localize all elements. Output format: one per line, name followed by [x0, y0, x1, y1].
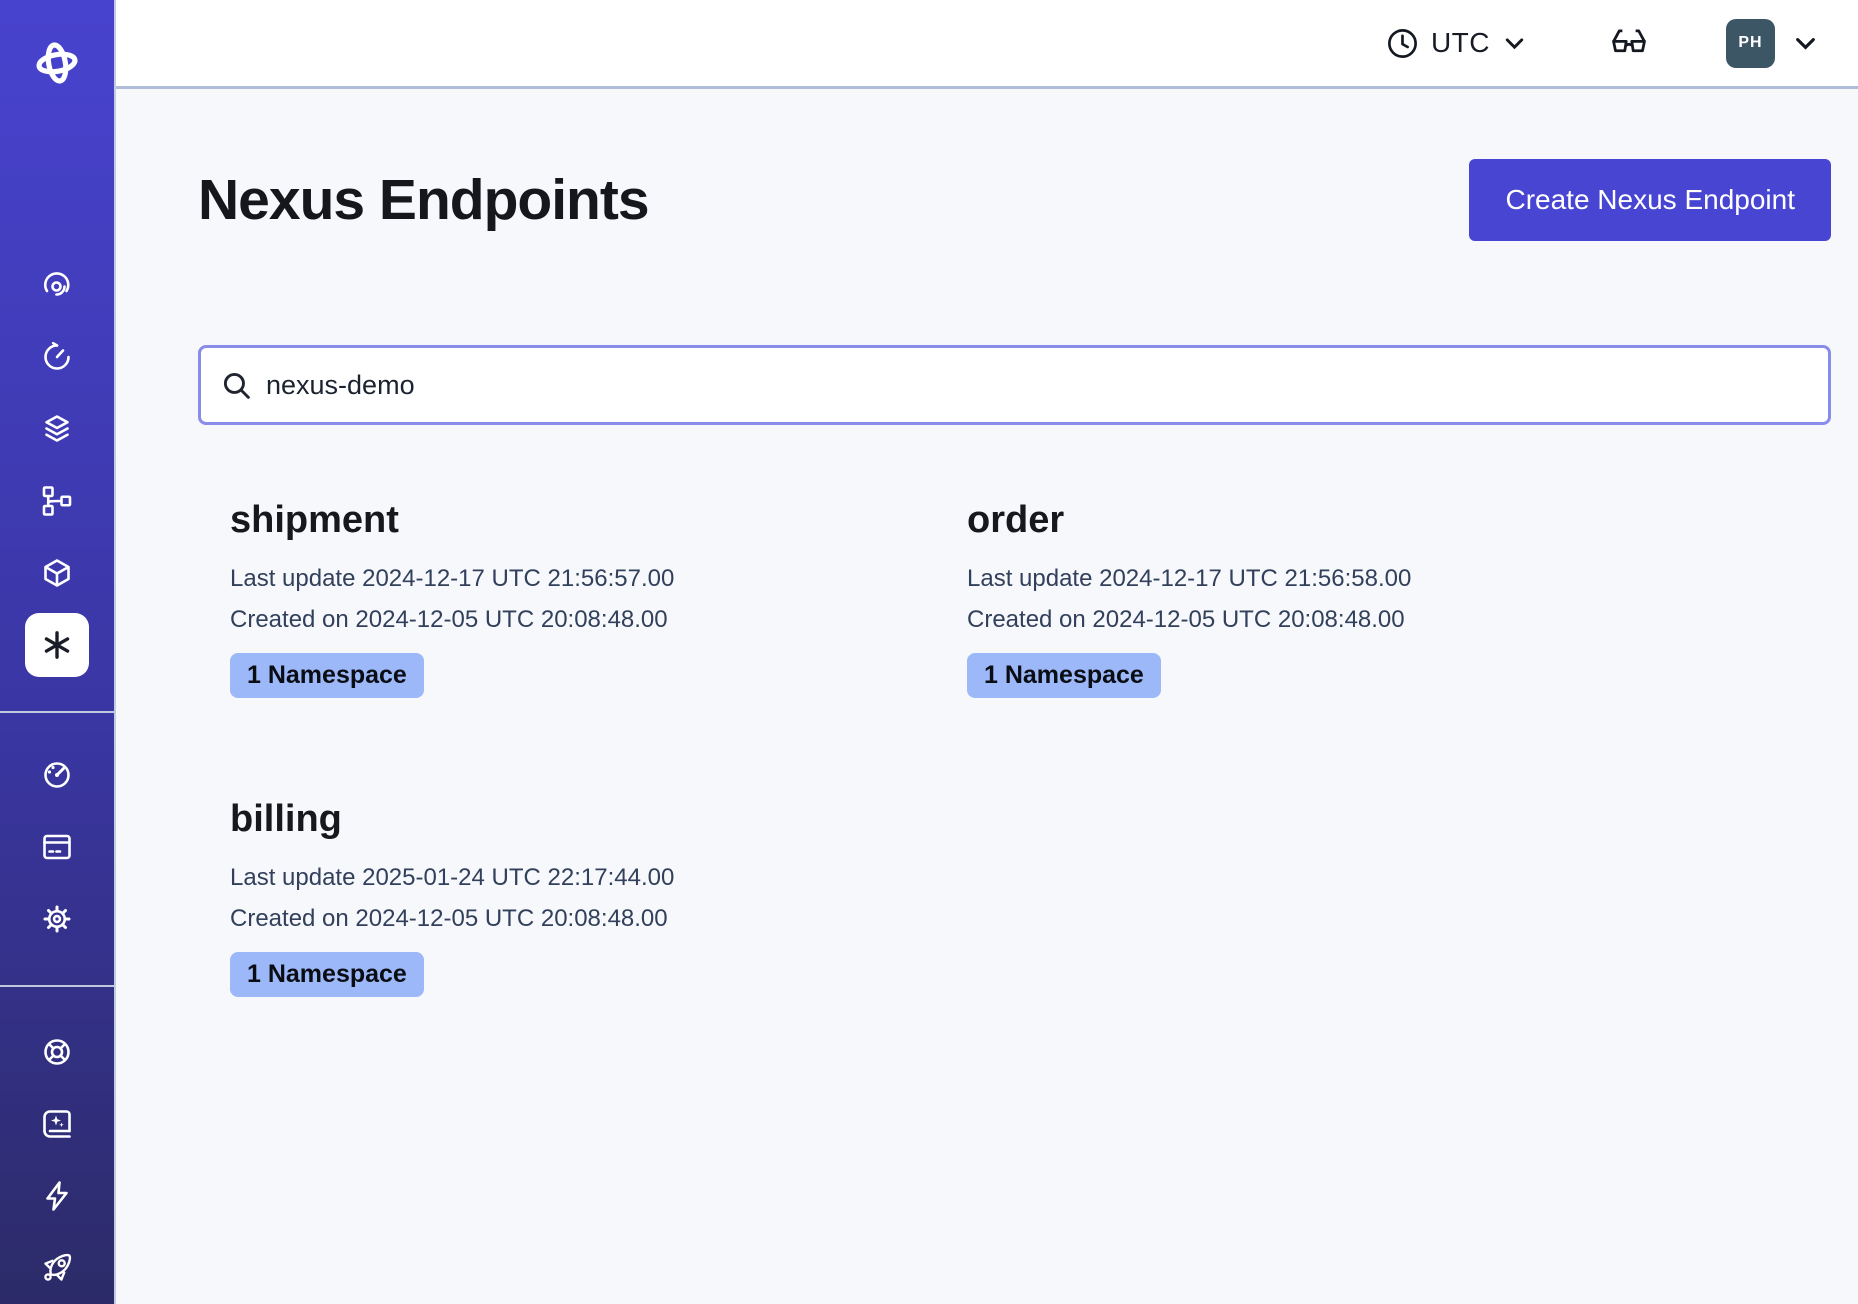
clock-icon — [1385, 26, 1420, 61]
sidebar — [0, 0, 116, 1304]
endpoint-created-on: Created on 2024-12-05 UTC 20:08:48.00 — [230, 599, 935, 640]
sidebar-divider — [0, 985, 114, 987]
sidebar-item-getting-started[interactable] — [21, 1232, 93, 1304]
lightning-icon — [39, 1178, 75, 1214]
chevron-down-icon — [1791, 29, 1820, 58]
gear-icon — [39, 901, 75, 937]
sidebar-item-deployments[interactable] — [21, 537, 93, 609]
top-header: UTC PH — [116, 0, 1858, 89]
search-input[interactable] — [266, 348, 1828, 422]
temporal-logo-icon — [30, 36, 84, 90]
rocket-icon — [39, 1250, 75, 1286]
endpoint-card-shipment[interactable]: shipment Last update 2024-12-17 UTC 21:5… — [198, 499, 935, 698]
timezone-select[interactable]: UTC — [1385, 26, 1528, 61]
workflows-icon — [39, 267, 75, 303]
page-header: Nexus Endpoints Create Nexus Endpoint — [198, 159, 1831, 241]
browser-card-icon — [39, 829, 75, 865]
book-sparkle-icon — [39, 1106, 75, 1142]
namespace-badge: 1 Namespace — [230, 653, 424, 698]
endpoint-name: order — [967, 499, 1672, 542]
sidebar-item-settings[interactable] — [21, 883, 93, 955]
sidebar-item-namespaces[interactable] — [21, 393, 93, 465]
gauge-icon — [39, 757, 75, 793]
sidebar-item-usage[interactable] — [21, 739, 93, 811]
sidebar-item-billing[interactable] — [21, 811, 93, 883]
schedules-icon — [39, 339, 75, 375]
timezone-value: UTC — [1431, 27, 1490, 59]
page-title: Nexus Endpoints — [198, 167, 649, 233]
endpoint-name: shipment — [230, 499, 935, 542]
sidebar-item-docs[interactable] — [21, 1088, 93, 1160]
endpoint-card-grid: shipment Last update 2024-12-17 UTC 21:5… — [198, 499, 1831, 997]
sidebar-item-schedules[interactable] — [21, 321, 93, 393]
endpoint-name: billing — [230, 798, 935, 841]
layers-icon — [39, 411, 75, 447]
user-menu[interactable]: PH — [1726, 19, 1820, 68]
labs-toggle[interactable] — [1608, 27, 1650, 59]
avatar[interactable]: PH — [1726, 19, 1775, 68]
glasses-icon — [1608, 27, 1650, 59]
endpoint-created-on: Created on 2024-12-05 UTC 20:08:48.00 — [230, 898, 935, 939]
fork-icon — [39, 483, 75, 519]
sidebar-item-feedback[interactable] — [21, 1160, 93, 1232]
endpoint-card-billing[interactable]: billing Last update 2025-01-24 UTC 22:17… — [198, 798, 935, 997]
chevron-down-icon — [1501, 30, 1528, 57]
search-box[interactable] — [198, 345, 1831, 425]
endpoint-card-order[interactable]: order Last update 2024-12-17 UTC 21:56:5… — [935, 499, 1672, 698]
sidebar-divider — [0, 711, 114, 713]
asterisk-icon — [38, 626, 76, 664]
sidebar-item-support[interactable] — [21, 1016, 93, 1088]
lifebuoy-icon — [39, 1034, 75, 1070]
temporal-logo[interactable] — [30, 0, 84, 126]
namespace-badge: 1 Namespace — [230, 952, 424, 997]
app-root: UTC PH — [0, 0, 1858, 1304]
sidebar-item-batch-operations[interactable] — [21, 465, 93, 537]
cube-icon — [39, 555, 75, 591]
search-icon — [221, 370, 252, 401]
sidebar-item-workflows[interactable] — [21, 249, 93, 321]
endpoint-last-update: Last update 2025-01-24 UTC 22:17:44.00 — [230, 857, 935, 898]
endpoint-last-update: Last update 2024-12-17 UTC 21:56:58.00 — [967, 558, 1672, 599]
namespace-badge: 1 Namespace — [967, 653, 1161, 698]
endpoint-last-update: Last update 2024-12-17 UTC 21:56:57.00 — [230, 558, 935, 599]
content-area: Nexus Endpoints Create Nexus Endpoint sh… — [116, 89, 1858, 1304]
endpoint-created-on: Created on 2024-12-05 UTC 20:08:48.00 — [967, 599, 1672, 640]
sidebar-item-nexus[interactable] — [25, 613, 89, 677]
main-column: UTC PH — [116, 0, 1858, 1304]
create-nexus-endpoint-button[interactable]: Create Nexus Endpoint — [1469, 159, 1831, 241]
